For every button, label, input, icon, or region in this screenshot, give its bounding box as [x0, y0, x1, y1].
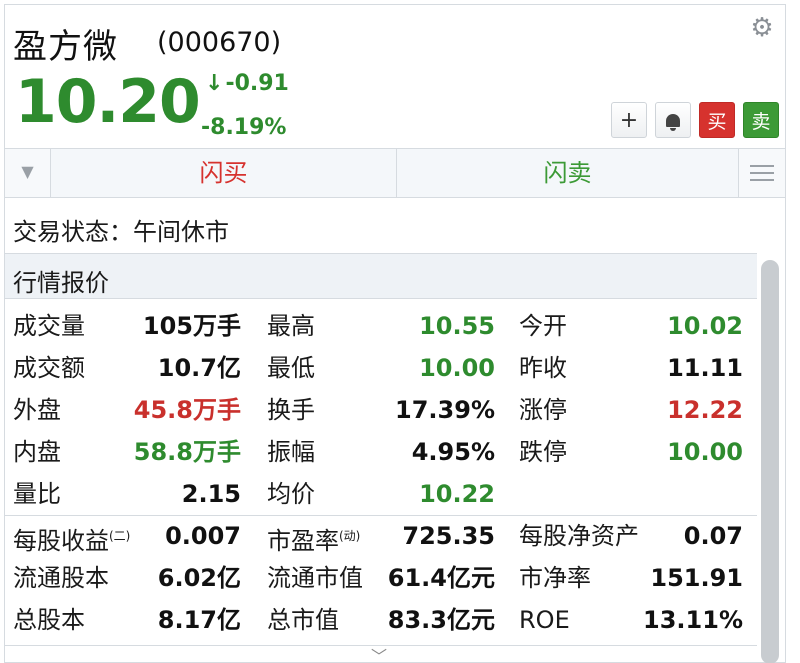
section-header: 行情报价	[5, 253, 757, 299]
quote-value: 6.02亿	[157, 564, 241, 592]
quote-value: 151.91	[650, 564, 743, 592]
quote-label: 换手	[267, 396, 315, 424]
quote-label: 最低	[267, 354, 315, 382]
quote-label: 流通市值	[267, 564, 363, 592]
quote-row: 每股收益(二) 0.007 市盈率(动) 725.35 每股净资产 0.07	[5, 515, 757, 557]
scrollbar[interactable]	[761, 260, 779, 663]
quote-label: 成交额	[13, 354, 85, 382]
quote-label: 流通股本	[13, 564, 109, 592]
quote-value: 58.8万手	[133, 438, 241, 466]
quote-label: 均价	[267, 480, 315, 508]
quote-value: 11.11	[667, 354, 743, 382]
quote-value: 2.15	[181, 480, 241, 508]
quote-row: 成交量 105万手 最高 10.55 今开 10.02	[5, 305, 757, 347]
quote-value: 13.11%	[643, 606, 743, 634]
quote-value: 0.007	[165, 522, 241, 550]
quote-value: 105万手	[142, 312, 241, 340]
quote-row: 外盘 45.8万手 换手 17.39% 涨停 12.22	[5, 389, 757, 431]
quote-label: 涨停	[519, 396, 567, 424]
stock-code: (000670)	[157, 27, 282, 58]
quote-label: 市净率	[519, 564, 591, 592]
price-change-value: -0.91	[225, 71, 289, 96]
quote-label: 总股本	[13, 606, 85, 634]
quote-value: 0.07	[683, 522, 743, 550]
quote-row: 总股本 8.17亿 总市值 83.3亿元 ROE 13.11%	[5, 599, 757, 641]
quote-value: 8.17亿	[157, 606, 241, 634]
quote-value: 725.35	[402, 522, 495, 550]
quote-value: 10.7亿	[157, 354, 241, 382]
quote-value: 83.3亿元	[387, 606, 495, 634]
quote-label: 今开	[519, 312, 567, 340]
quote-label: 量比	[13, 480, 61, 508]
add-watchlist-button[interactable]: +	[611, 102, 647, 138]
quote-value: 10.22	[419, 480, 495, 508]
quote-value: 10.55	[419, 312, 495, 340]
quote-label: 市盈率(动)	[267, 527, 361, 555]
price-alert-button[interactable]	[655, 102, 691, 138]
quote-value: 10.02	[667, 312, 743, 340]
hamburger-icon[interactable]	[739, 149, 785, 197]
gear-icon[interactable]: ⚙	[749, 15, 775, 41]
quote-row: 量比 2.15 均价 10.22	[5, 473, 757, 515]
quote-row: 内盘 58.8万手 振幅 4.95% 跌停 10.00	[5, 431, 757, 473]
action-buttons: + 买 卖	[611, 102, 779, 138]
quote-value: 10.00	[667, 438, 743, 466]
price-change-percent: -8.19%	[201, 115, 287, 140]
quote-value: 12.22	[667, 396, 743, 424]
flash-trade-bar: ▼ 闪买 闪卖	[5, 148, 785, 198]
sell-button[interactable]: 卖	[743, 102, 779, 138]
quote-label: 每股净资产	[519, 522, 639, 550]
quote-value: 10.00	[419, 354, 495, 382]
price-change: ↓-0.91	[205, 71, 289, 96]
arrow-down-icon: ↓	[205, 71, 224, 96]
quote-label: 跌停	[519, 438, 567, 466]
quote-value: 45.8万手	[133, 396, 241, 424]
flash-sell-button[interactable]: 闪卖	[397, 149, 739, 197]
buy-button[interactable]: 买	[699, 102, 735, 138]
quote-label: 内盘	[13, 438, 61, 466]
chevron-down-icon[interactable]: ﹀	[371, 643, 387, 663]
quote-label: 外盘	[13, 396, 61, 424]
quote-label: 振幅	[267, 438, 315, 466]
quote-value: 4.95%	[411, 438, 495, 466]
quote-row: 成交额 10.7亿 最低 10.00 昨收 11.11	[5, 347, 757, 389]
flash-buy-button[interactable]: 闪买	[51, 149, 397, 197]
trade-status: 交易状态：午间休市	[13, 218, 229, 246]
quote-value: 61.4亿元	[387, 564, 495, 592]
quote-label: ROE	[519, 606, 570, 634]
double-chevron-down-icon[interactable]: ▼	[5, 149, 51, 197]
current-price: 10.20	[15, 67, 201, 137]
stock-name: 盈方微	[13, 27, 118, 67]
quote-label: 最高	[267, 312, 315, 340]
quote-label: 每股收益(二)	[13, 527, 131, 555]
bell-icon	[666, 113, 680, 131]
plus-icon: +	[619, 107, 639, 133]
quote-label: 总市值	[267, 606, 339, 634]
stock-quote-panel: 盈方微 (000670) ⚙ 10.20 ↓-0.91 -8.19% + 买 卖…	[4, 4, 786, 663]
quote-label: 昨收	[519, 354, 567, 382]
quotes-grid: 成交量 105万手 最高 10.55 今开 10.02 成交额 10.7亿 最低 10.00 昨收 1…	[5, 305, 757, 515]
section-title: 行情报价	[13, 269, 109, 297]
fundamentals-grid: 每股收益(二) 0.007 市盈率(动) 725.35 每股净资产 0.07 流通股本 6.0…	[5, 515, 757, 641]
quote-row: 流通股本 6.02亿 流通市值 61.4亿元 市净率 151.91	[5, 557, 757, 599]
quote-value: 17.39%	[395, 396, 495, 424]
quote-label: 成交量	[13, 312, 85, 340]
